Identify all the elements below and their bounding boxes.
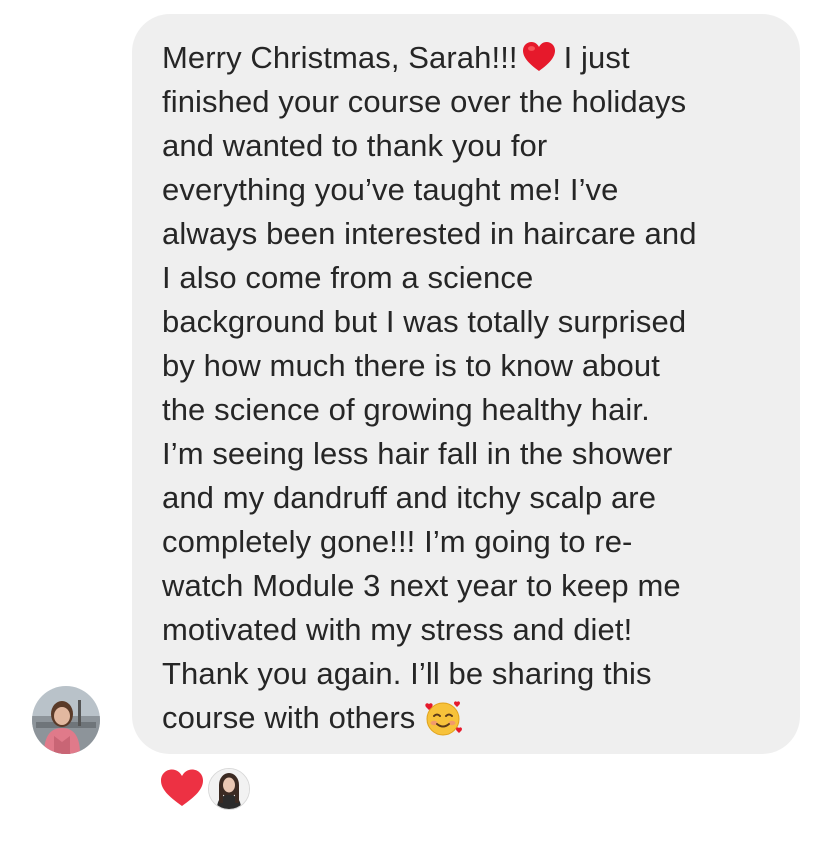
smiling-face-with-hearts-icon <box>425 701 463 736</box>
message-line: always been interested in haircare and <box>162 216 697 251</box>
message-line: Thank you again. I’ll be sharing this <box>162 656 652 691</box>
sender-avatar[interactable] <box>32 686 100 754</box>
message-line: by how much there is to know about <box>162 348 660 383</box>
user-avatar-icon <box>32 686 100 754</box>
message-line: background but I was totally surprised <box>162 304 687 339</box>
message-line: and my dandruff and itchy scalp are <box>162 480 657 515</box>
reactor-avatar[interactable] <box>208 768 250 810</box>
message-line: watch Module 3 next year to keep me <box>162 568 681 603</box>
message-line: motivated with my stress and diet! <box>162 612 633 647</box>
message-line: I also come from a science <box>162 260 534 295</box>
message-line: everything you’ve taught me! I’ve <box>162 172 619 207</box>
message-line: completely gone!!! I’m going to re- <box>162 524 633 559</box>
message-line: the science of growing healthy hair. <box>162 392 650 427</box>
message-line: Merry Christmas, Sarah!!! I just <box>162 40 630 75</box>
message-line: finished your course over the holidays <box>162 84 687 119</box>
red-heart-emoji-icon <box>522 42 555 71</box>
message-line: I’m seeing less hair fall in the shower <box>162 436 673 471</box>
red-heart-reaction-icon[interactable] <box>160 768 204 808</box>
message-thread: Merry Christmas, Sarah!!! I just finished… <box>0 0 820 868</box>
reactor-avatar-icon <box>209 769 249 809</box>
message-line: and wanted to thank you for <box>162 128 548 163</box>
message-text: Merry Christmas, Sarah!!! I just finished… <box>162 36 780 740</box>
message-bubble[interactable]: Merry Christmas, Sarah!!! I just finished… <box>132 14 800 754</box>
message-line: course with others <box>162 696 780 740</box>
